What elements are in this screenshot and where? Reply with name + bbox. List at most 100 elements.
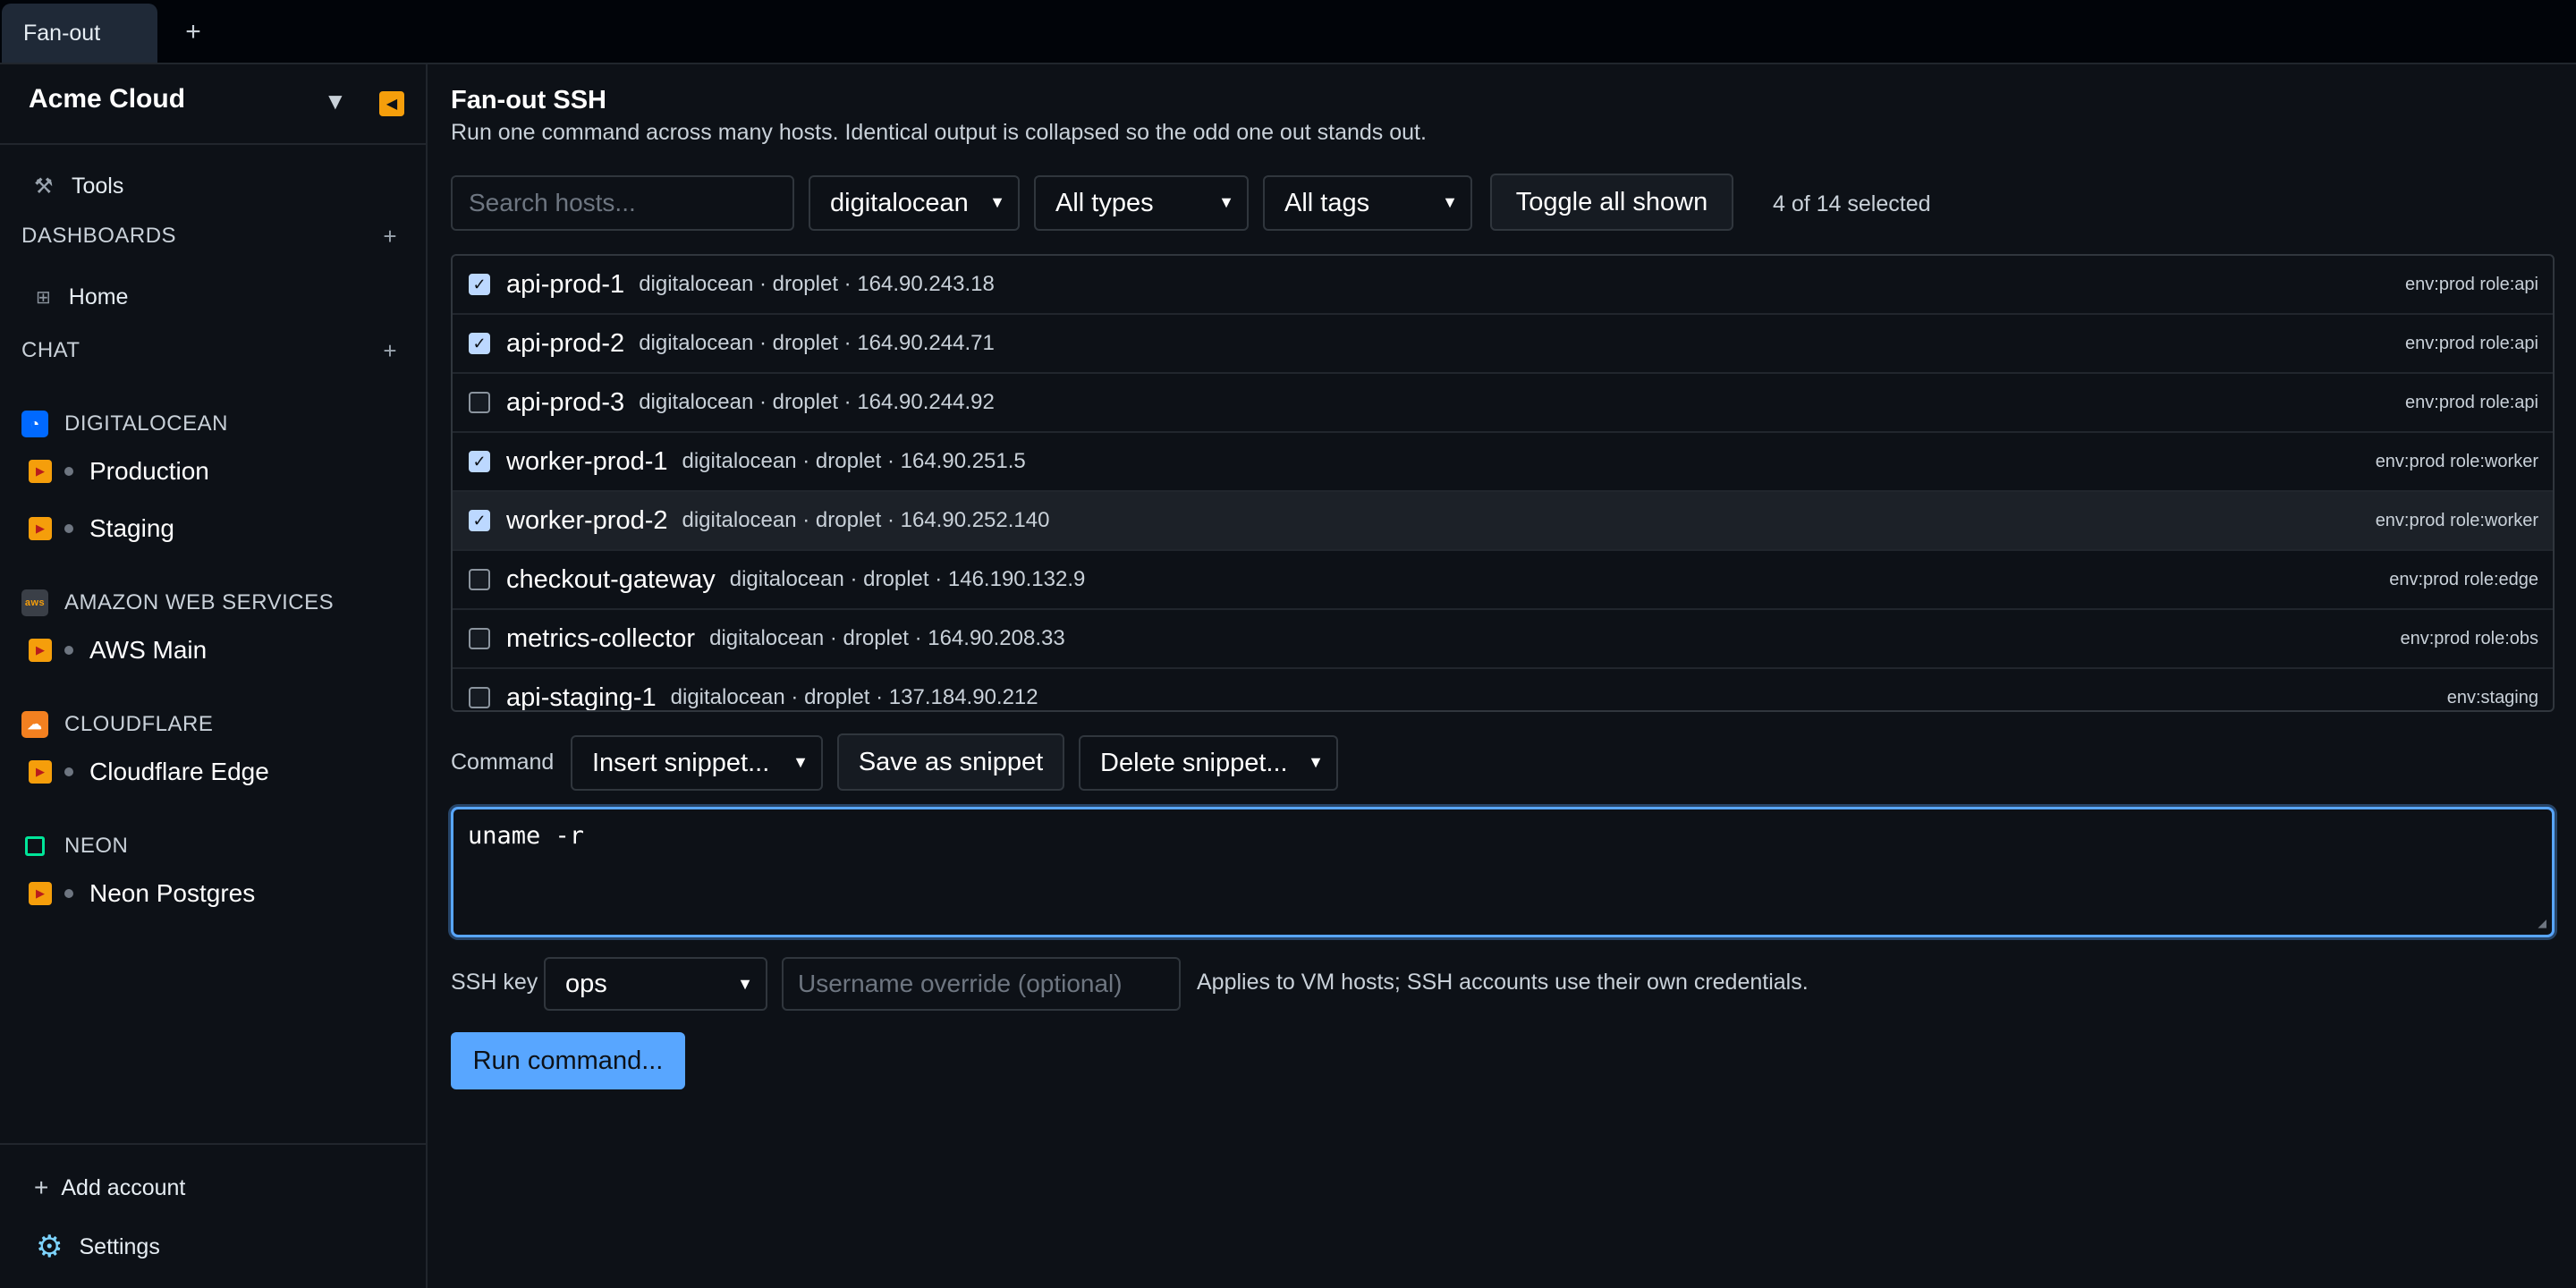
account-play-icon: ▶ — [29, 517, 52, 540]
add-chat-button[interactable]: + — [383, 337, 397, 365]
new-tab-button[interactable]: + — [175, 14, 211, 50]
org-name[interactable]: Acme Cloud — [29, 84, 185, 114]
provider-neon: NEON — [21, 826, 128, 866]
provider-select[interactable]: digitalocean ▼ — [809, 175, 1020, 231]
chevron-down-icon: ▼ — [989, 193, 1005, 211]
sidebar: Acme Cloud ▼ ◀ ⚒ Tools DASHBOARDS + ⊞ Ho… — [0, 64, 428, 1288]
account-aws-main[interactable]: ▶ AWS Main — [29, 628, 207, 673]
sidebar-item-tools[interactable]: ⚒ Tools — [0, 166, 426, 206]
type-select[interactable]: All types ▼ — [1034, 175, 1249, 231]
provider-name: DIGITALOCEAN — [64, 411, 228, 436]
delete-snippet-select[interactable]: Delete snippet... ▼ — [1079, 735, 1338, 791]
host-meta: digitalocean · droplet · 164.90.244.71 — [639, 331, 995, 355]
provider-name: CLOUDFLARE — [64, 712, 214, 736]
host-name: metrics-collector — [506, 623, 696, 653]
chevron-down-icon: ▼ — [1442, 193, 1458, 211]
host-row[interactable]: metrics-collector digitalocean · droplet… — [453, 610, 2553, 669]
host-name: checkout-gateway — [506, 564, 716, 594]
digitalocean-logo-icon: ◔ — [21, 411, 48, 437]
host-row[interactable]: ✓ worker-prod-1 digitalocean · droplet ·… — [453, 433, 2553, 492]
page-title: Fan-out SSH — [451, 86, 606, 114]
host-row[interactable]: api-prod-3 digitalocean · droplet · 164.… — [453, 374, 2553, 433]
host-tags: env:prod role:worker — [2375, 510, 2538, 530]
host-name: api-prod-3 — [506, 387, 625, 417]
host-name: api-prod-1 — [506, 269, 625, 299]
host-checkbox[interactable]: ✓ — [469, 333, 490, 354]
host-tags: env:prod role:api — [2405, 333, 2538, 353]
chevron-down-icon: ▼ — [1218, 193, 1234, 211]
tags-select-value: All tags — [1284, 188, 1370, 217]
status-dot — [64, 467, 73, 476]
tab-fan-out[interactable]: Fan-out — [2, 4, 157, 63]
save-snippet-button[interactable]: Save as snippet — [837, 733, 1064, 791]
chevron-down-icon: ▼ — [792, 753, 809, 771]
host-name: worker-prod-1 — [506, 446, 668, 476]
insert-snippet-select[interactable]: Insert snippet... ▼ — [571, 735, 823, 791]
account-play-icon: ▶ — [29, 882, 52, 905]
ssh-key-select[interactable]: ops ▼ — [544, 957, 767, 1011]
host-name: worker-prod-2 — [506, 505, 668, 535]
host-checkbox[interactable] — [469, 392, 490, 413]
host-meta: digitalocean · droplet · 164.90.243.18 — [639, 272, 995, 296]
host-meta: digitalocean · droplet · 164.90.244.92 — [639, 390, 995, 414]
host-row[interactable]: api-staging-1 digitalocean · droplet · 1… — [453, 669, 2553, 710]
sidebar-item-home[interactable]: ⊞ Home — [0, 277, 426, 317]
account-play-icon: ▶ — [29, 460, 52, 483]
account-neon-postgres[interactable]: ▶ Neon Postgres — [29, 871, 255, 916]
account-staging[interactable]: ▶ Staging — [29, 506, 174, 551]
tags-select[interactable]: All tags ▼ — [1263, 175, 1472, 231]
provider-digitalocean: ◔ DIGITALOCEAN — [21, 404, 228, 444]
account-play-icon: ▶ — [29, 760, 52, 784]
chevron-down-icon: ▼ — [1308, 753, 1324, 771]
search-hosts-input[interactable] — [451, 175, 794, 231]
type-select-value: All types — [1055, 188, 1154, 217]
provider-aws: aws AMAZON WEB SERVICES — [21, 583, 334, 623]
host-checkbox[interactable]: ✓ — [469, 451, 490, 472]
collapse-sidebar-icon[interactable]: ◀ — [379, 91, 404, 116]
page-subtitle: Run one command across many hosts. Ident… — [451, 120, 1427, 145]
run-command-button[interactable]: Run command... — [451, 1032, 685, 1089]
host-checkbox[interactable] — [469, 569, 490, 590]
settings-label: Settings — [79, 1233, 160, 1259]
resize-handle-icon[interactable]: ◢ — [2538, 914, 2546, 931]
add-account-button[interactable]: + Add account — [34, 1174, 185, 1202]
settings-button[interactable]: ⚙ Settings — [36, 1229, 160, 1265]
toggle-all-shown-button[interactable]: Toggle all shown — [1490, 174, 1733, 231]
grid-icon: ⊞ — [36, 287, 51, 308]
host-row[interactable]: ✓ api-prod-2 digitalocean · droplet · 16… — [453, 315, 2553, 374]
host-checkbox[interactable]: ✓ — [469, 510, 490, 531]
provider-name: AMAZON WEB SERVICES — [64, 590, 335, 614]
plus-icon: + — [34, 1174, 49, 1201]
provider-select-value: digitalocean — [830, 188, 969, 217]
username-override-input[interactable] — [782, 957, 1181, 1011]
dashboards-section-header: DASHBOARDS + — [21, 218, 397, 254]
status-dot — [64, 646, 73, 655]
chat-heading: CHAT — [21, 338, 80, 362]
host-meta: digitalocean · droplet · 164.90.252.140 — [682, 508, 1050, 532]
account-label: Cloudflare Edge — [89, 758, 269, 785]
org-switcher-caret-icon[interactable]: ▼ — [324, 88, 347, 115]
host-row[interactable]: ✓ worker-prod-2 digitalocean · droplet ·… — [453, 492, 2553, 551]
host-checkbox[interactable] — [469, 687, 490, 708]
host-tags: env:prod role:obs — [2400, 628, 2538, 648]
host-checkbox[interactable] — [469, 628, 490, 649]
command-label: Command — [451, 750, 555, 775]
host-tags: env:prod role:edge — [2389, 569, 2538, 589]
tab-bar: Fan-out + — [0, 0, 2576, 64]
add-dashboard-button[interactable]: + — [383, 223, 397, 250]
host-row[interactable]: checkout-gateway digitalocean · droplet … — [453, 551, 2553, 610]
host-checkbox[interactable]: ✓ — [469, 274, 490, 295]
host-tags: env:prod role:worker — [2375, 451, 2538, 471]
account-label: Production — [89, 457, 209, 485]
host-tags: env:prod role:api — [2405, 392, 2538, 412]
ssh-hint: Applies to VM hosts; SSH accounts use th… — [1197, 970, 1809, 995]
dashboards-heading: DASHBOARDS — [21, 224, 177, 248]
host-meta: digitalocean · droplet · 164.90.208.33 — [709, 626, 1065, 650]
sidebar-item-label: Tools — [72, 173, 124, 199]
command-textarea[interactable]: uname -r ◢ — [451, 807, 2555, 937]
provider-name: NEON — [64, 834, 129, 858]
account-cloudflare-edge[interactable]: ▶ Cloudflare Edge — [29, 750, 269, 794]
host-row[interactable]: ✓ api-prod-1 digitalocean · droplet · 16… — [453, 256, 2553, 315]
gear-icon: ⚙ — [36, 1230, 64, 1264]
account-production[interactable]: ▶ Production — [29, 449, 209, 494]
